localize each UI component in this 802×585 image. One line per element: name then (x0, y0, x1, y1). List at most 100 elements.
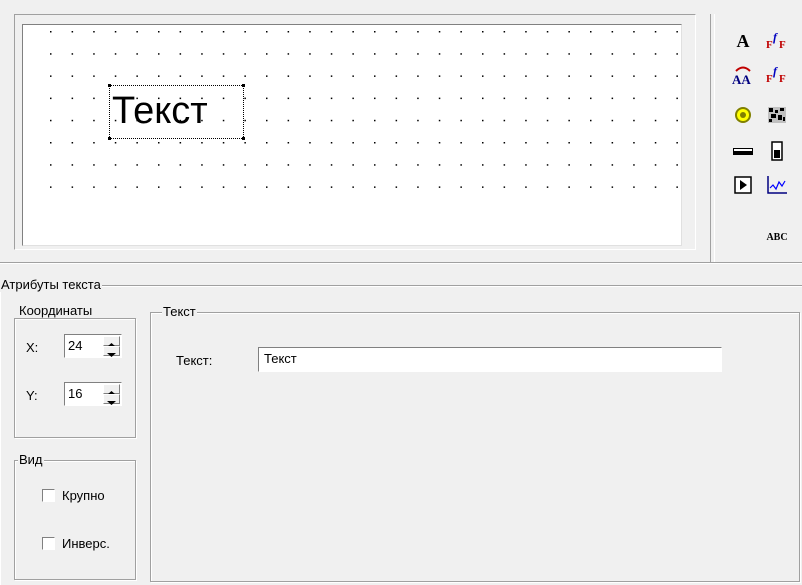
grid-dot (71, 119, 74, 122)
grid-dot (309, 142, 311, 144)
grid-dot (438, 97, 441, 100)
formula-auto-tool-icon[interactable]: FfF (764, 62, 790, 88)
grid-dot (244, 53, 246, 55)
grid-dot (244, 119, 246, 122)
resize-handle[interactable] (242, 84, 245, 87)
y-spin-down-icon[interactable] (103, 394, 120, 405)
svg-text:F: F (766, 39, 773, 51)
grid-dot (590, 186, 592, 188)
grid-dot (114, 75, 117, 77)
grid-dot (503, 53, 506, 55)
grid-dot (438, 164, 441, 166)
grid-dot (503, 75, 506, 77)
level-tool-icon[interactable] (764, 138, 790, 164)
auto-text-tool-icon[interactable]: AA (730, 62, 756, 88)
grid-dot (417, 164, 419, 166)
grid-dot (503, 164, 506, 166)
grid-dot (590, 75, 592, 77)
bar-tool-icon[interactable] (730, 138, 756, 164)
grid-dot (330, 119, 333, 122)
grid-dot (71, 53, 74, 55)
grid-dot (179, 31, 182, 33)
grid-dot (352, 164, 354, 166)
grid-dot (222, 75, 225, 77)
text-input[interactable]: Текст (258, 347, 722, 372)
design-canvas[interactable]: Текст (22, 24, 682, 246)
grid-dot (352, 75, 354, 77)
grid-dot (287, 119, 290, 122)
grid-dot (114, 53, 117, 55)
grid-dot (654, 53, 657, 55)
grid-dot (71, 97, 74, 100)
grid-dot (330, 31, 333, 33)
abc-tool-icon[interactable]: ABC (764, 224, 790, 250)
grid-dot (179, 142, 182, 144)
grid-dot (525, 164, 527, 166)
grid-dot (136, 53, 138, 55)
grid-dot (546, 119, 549, 122)
grid-dot (158, 31, 160, 33)
grid-dot (266, 186, 268, 188)
grid-dot (287, 53, 290, 55)
grid-dot (266, 75, 268, 77)
grid-dot (395, 53, 398, 55)
grid-dot (136, 164, 138, 166)
resize-handle[interactable] (242, 137, 245, 140)
bitmap-tool-icon[interactable] (764, 102, 790, 128)
grid-dot (568, 186, 570, 188)
grid-dot (136, 186, 138, 188)
grid-dot (503, 186, 506, 188)
grid-dot (503, 142, 506, 144)
text-field-label: Текст: (176, 353, 213, 368)
y-label: Y: (26, 388, 38, 403)
grid-dot (546, 97, 549, 100)
invert-checkbox-label[interactable]: Инверс. (62, 536, 110, 552)
grid-dot (676, 164, 678, 166)
grid-dot (330, 75, 333, 77)
grid-dot (244, 31, 246, 33)
button-tool-icon[interactable] (730, 172, 756, 198)
grid-dot (201, 31, 203, 33)
grid-dot (330, 97, 333, 100)
formula-tool-icon[interactable]: FfF (764, 28, 790, 54)
grid-dot (395, 119, 398, 122)
grid-dot (676, 186, 678, 188)
grid-dot (309, 75, 311, 77)
grid-dot (93, 119, 95, 122)
grid-dot (201, 186, 203, 188)
x-spinbox[interactable]: 24 (64, 334, 122, 358)
grid-dot (460, 97, 462, 100)
grid-dot (71, 142, 74, 144)
text-tool-icon[interactable]: A (730, 28, 756, 54)
chart-tool-icon[interactable] (764, 172, 790, 198)
grid-dot (309, 186, 311, 188)
grid-dot (395, 75, 398, 77)
y-spinbox[interactable]: 16 (64, 382, 122, 406)
grid-dot (50, 53, 52, 55)
large-checkbox-label[interactable]: Крупно (62, 488, 105, 504)
grid-dot (503, 97, 506, 100)
x-spin-up-icon[interactable] (103, 336, 120, 347)
grid-dot (676, 119, 678, 122)
large-checkbox[interactable] (42, 489, 55, 502)
x-value: 24 (68, 338, 83, 353)
grid-dot (179, 75, 182, 77)
resize-handle[interactable] (108, 84, 111, 87)
resize-handle[interactable] (108, 137, 111, 140)
grid-dot (460, 75, 462, 77)
coordinates-group-title: Координаты (18, 303, 94, 318)
grid-dot (611, 75, 614, 77)
x-spin-down-icon[interactable] (103, 346, 120, 357)
indicator-tool-icon[interactable] (730, 102, 756, 128)
grid-dot (482, 142, 484, 144)
grid-dot (417, 119, 419, 122)
y-spin-up-icon[interactable] (103, 384, 120, 395)
grid-dot (244, 142, 246, 144)
invert-checkbox[interactable] (42, 537, 55, 550)
grid-dot (568, 164, 570, 166)
canvas-text-element[interactable]: Текст (108, 84, 245, 140)
grid-dot (395, 164, 398, 166)
grid-dot (654, 164, 657, 166)
grid-dot (611, 186, 614, 188)
grid-dot (654, 119, 657, 122)
